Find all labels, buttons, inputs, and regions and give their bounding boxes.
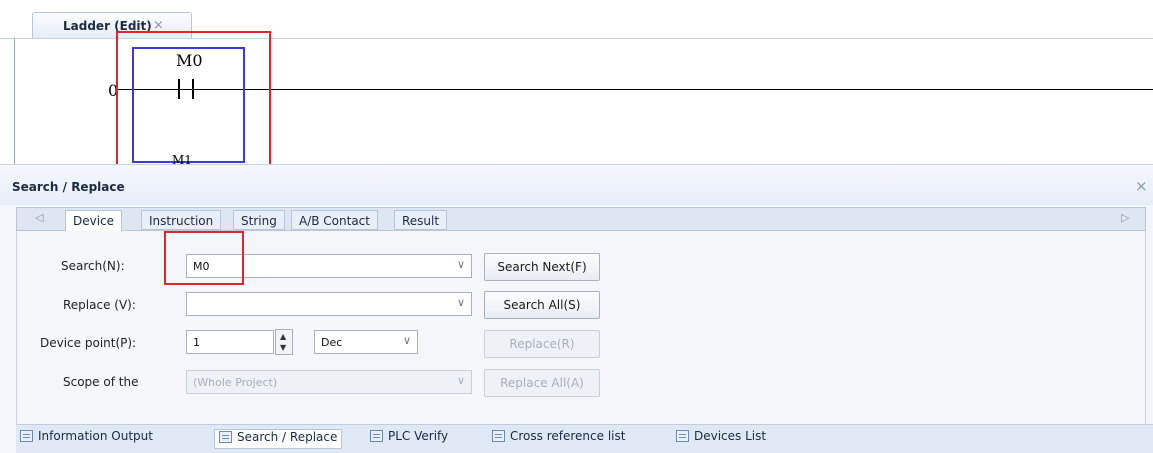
tab-string[interactable]: String (233, 210, 285, 230)
tab-scroll-left-icon[interactable]: ◁ (35, 211, 43, 224)
tab-ab-contact[interactable]: A/B Contact (291, 210, 378, 230)
tab-plc-verify-label: PLC Verify (388, 429, 449, 443)
radix-select-value: Dec (321, 336, 343, 349)
device-point-value: 1 (193, 336, 200, 349)
left-power-rail (14, 39, 15, 165)
chevron-down-icon[interactable]: ∨ (457, 258, 465, 271)
device-point-label: Device point(P): (40, 336, 137, 350)
tab-information-output-label: Information Output (38, 429, 153, 443)
replace-button[interactable]: Replace(R) (484, 330, 600, 358)
search-all-button[interactable]: Search All(S) (484, 291, 600, 319)
window-icon (492, 430, 505, 442)
tab-instruction[interactable]: Instruction (141, 210, 222, 230)
search-mode-tabs: ◁ Device Instruction String A/B Contact … (16, 207, 1146, 232)
panel-header: Search / Replace × (0, 165, 1153, 205)
tab-devices-list[interactable]: Devices List (676, 429, 766, 449)
close-panel-icon[interactable]: × (1135, 177, 1148, 195)
replace-label: Replace (V): (63, 298, 136, 312)
tab-cross-reference-list[interactable]: Cross reference list (492, 429, 625, 449)
tab-device[interactable]: Device (65, 210, 123, 232)
highlight-box-ladder (116, 31, 271, 170)
tab-result[interactable]: Result (394, 210, 448, 230)
tab-search-replace[interactable]: Search / Replace (214, 429, 343, 449)
bottom-dock-tabs: Information Output Search / Replace PLC … (16, 424, 1153, 453)
panel-title: Search / Replace (12, 180, 125, 194)
stepper-down-icon[interactable]: ▼ (280, 343, 286, 352)
scope-select-value: (Whole Project) (193, 376, 278, 389)
device-point-stepper[interactable]: ▲ ▼ (275, 329, 293, 355)
stepper-up-icon[interactable]: ▲ (280, 332, 286, 341)
search-label: Search(N): (61, 259, 125, 273)
rung-line (118, 89, 1153, 90)
chevron-down-icon[interactable]: ∨ (457, 374, 465, 387)
tab-information-output[interactable]: Information Output (20, 429, 153, 449)
window-icon (370, 430, 383, 442)
scope-select[interactable]: (Whole Project) ∨ (186, 370, 472, 394)
tab-search-replace-label: Search / Replace (237, 430, 338, 444)
highlight-box-search (164, 231, 244, 285)
tab-plc-verify[interactable]: PLC Verify (370, 429, 448, 449)
window-icon (676, 430, 689, 442)
search-replace-panel: Search / Replace × ◁ Device Instruction … (0, 164, 1153, 453)
tab-devices-list-label: Devices List (694, 429, 767, 443)
chevron-down-icon[interactable]: ∨ (403, 334, 411, 347)
radix-select[interactable]: Dec ∨ (314, 330, 418, 354)
chevron-down-icon[interactable]: ∨ (457, 296, 465, 309)
device-point-input[interactable]: 1 (186, 330, 274, 354)
replace-all-button[interactable]: Replace All(A) (484, 369, 600, 397)
window-icon (20, 430, 33, 442)
window-icon (219, 431, 232, 443)
replace-input[interactable]: ∨ (186, 292, 472, 316)
scope-label: Scope of the (63, 375, 139, 389)
tab-cross-reference-list-label: Cross reference list (510, 429, 626, 443)
search-next-button[interactable]: Search Next(F) (484, 253, 600, 281)
tab-scroll-right-icon[interactable]: ▷ (1121, 211, 1129, 224)
